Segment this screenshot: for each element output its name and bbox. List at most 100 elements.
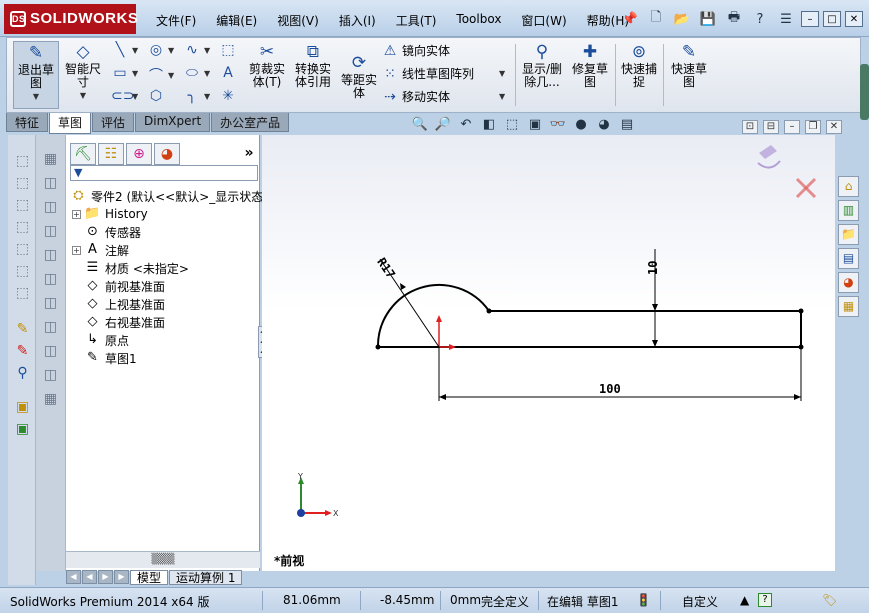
spline-tool[interactable]: ∿ ▼ bbox=[183, 42, 210, 58]
scene-icon[interactable]: ◕ bbox=[594, 117, 614, 132]
offset-entities-button[interactable]: ⟳ 等距实 体 bbox=[339, 52, 379, 100]
radius-dimension-text[interactable]: R17 bbox=[374, 255, 398, 281]
tree-item[interactable]: ◇ 上视基准面 bbox=[72, 295, 166, 313]
pin-icon[interactable]: 📌 bbox=[619, 9, 641, 29]
split-pane-icon[interactable]: ⊟ bbox=[763, 120, 779, 134]
previous-view-icon[interactable]: ↶ bbox=[456, 117, 476, 132]
arc-tool[interactable]: ⌒ ▼ bbox=[147, 65, 174, 85]
sketch-tool-icon[interactable]: ◫ bbox=[42, 271, 59, 288]
tab-features[interactable]: 特征 bbox=[6, 113, 49, 132]
menu-view[interactable]: 视图(V) bbox=[267, 9, 329, 31]
confirmation-corner[interactable] bbox=[757, 145, 817, 199]
feature-manager-scrollbar[interactable]: ▒▒▒ bbox=[66, 551, 260, 568]
ellipse-tool[interactable]: ⬭ ▼ bbox=[183, 65, 210, 81]
slot-tool[interactable]: ⊂⊃ ▼ bbox=[111, 88, 138, 104]
bottom-view-icon[interactable]: ⬚ bbox=[14, 263, 31, 280]
tree-item[interactable]: ↳ 原点 bbox=[72, 331, 129, 349]
convert-entities-button[interactable]: ⧉ 转换实 体引用 bbox=[293, 41, 333, 89]
sketch-point[interactable] bbox=[798, 308, 804, 314]
doc-restore-button[interactable]: ❐ bbox=[805, 120, 821, 134]
close-button[interactable]: ✕ bbox=[845, 11, 863, 27]
view-palette-icon[interactable]: ▤ bbox=[838, 248, 859, 269]
first-tab-arrow-icon[interactable]: ◀ bbox=[66, 570, 81, 584]
text-tool[interactable]: A bbox=[219, 65, 237, 81]
sketch-tool-icon[interactable]: ◫ bbox=[42, 223, 59, 240]
home-icon[interactable]: ⌂ bbox=[838, 176, 859, 197]
view-orientation-icon[interactable]: ⬚ bbox=[502, 117, 522, 132]
tab-evaluate[interactable]: 评估 bbox=[92, 113, 135, 132]
sketch-tool-icon[interactable]: ◫ bbox=[42, 367, 59, 384]
move-entities-button[interactable]: ⇢ 移动实体 ▼ bbox=[381, 88, 505, 105]
front-view-icon[interactable]: ⬚ bbox=[14, 175, 31, 192]
sketch-tool-icon[interactable]: ◫ bbox=[42, 319, 59, 336]
doc-close-button[interactable]: ✕ bbox=[826, 120, 842, 134]
menu-insert[interactable]: 插入(I) bbox=[329, 9, 386, 31]
tree-item[interactable]: + 📁 History bbox=[72, 205, 148, 223]
sketch-point[interactable] bbox=[486, 308, 492, 314]
graphics-area[interactable]: R17 10 100 Y X *前视 bbox=[262, 135, 835, 571]
tree-item[interactable]: ☰ 材质 <未指定> bbox=[72, 259, 189, 277]
tab-office-products[interactable]: 办公室产品 bbox=[211, 113, 290, 132]
section-view-icon[interactable]: ◧ bbox=[479, 117, 499, 132]
rapid-sketch-button[interactable]: ✎ 快速草 图 bbox=[667, 41, 711, 89]
circle-tool[interactable]: ◎ ▼ bbox=[147, 42, 174, 58]
open-folder-icon[interactable]: 📂 bbox=[671, 9, 693, 29]
right-view-icon[interactable]: ⬚ bbox=[14, 219, 31, 236]
length-dimension-text[interactable]: 100 bbox=[599, 382, 621, 396]
property-manager-tab-icon[interactable]: ☷ bbox=[98, 143, 124, 165]
menu-file[interactable]: 文件(F) bbox=[146, 9, 206, 31]
sketch-arc[interactable] bbox=[376, 283, 490, 348]
tab-motion-study[interactable]: 运动算例 1 bbox=[169, 570, 243, 585]
smart-dimension-button[interactable]: ◇ 智能尺 寸 ▼ bbox=[63, 41, 103, 102]
sketch-point[interactable] bbox=[375, 344, 381, 350]
display-style-icon[interactable]: ▣ bbox=[525, 117, 545, 132]
solidworks-logo[interactable]: DS SOLIDWORKS bbox=[4, 4, 138, 34]
tree-item[interactable]: ✎ 草图1 bbox=[72, 349, 137, 367]
grid-toggle-icon[interactable]: ▦ bbox=[42, 151, 59, 168]
rebuild-status-icon[interactable]: 🚦 bbox=[636, 593, 651, 607]
new-document-icon[interactable]: 🗋 bbox=[645, 9, 667, 29]
trim-button[interactable]: ✂ 剪裁实 体(T) bbox=[247, 41, 287, 89]
status-help-icon[interactable]: ? bbox=[758, 593, 772, 607]
sketch-tool-icon[interactable]: ◫ bbox=[42, 247, 59, 264]
linear-pattern-button[interactable]: ⁙ 线性草图阵列 ▼ bbox=[381, 65, 505, 82]
display-relations-icon[interactable]: ⚲ bbox=[14, 365, 31, 382]
task-pane-handle[interactable] bbox=[860, 64, 869, 120]
hide-show-icon[interactable]: 👓 bbox=[548, 117, 568, 132]
display-delete-relations-button[interactable]: ⚲ 显示/删 除几... bbox=[519, 41, 565, 89]
help-icon[interactable]: ? bbox=[749, 9, 771, 29]
appearance-icon[interactable]: ● bbox=[571, 117, 591, 132]
last-tab-arrow-icon[interactable]: ▶ bbox=[114, 570, 129, 584]
polygon-tool[interactable]: ⬡ bbox=[147, 88, 165, 104]
left-view-icon[interactable]: ⬚ bbox=[14, 285, 31, 302]
quick-snaps-button[interactable]: ⊚ 快速捕 捉 bbox=[619, 41, 659, 89]
file-explorer-icon[interactable]: 📁 bbox=[838, 224, 859, 245]
exit-sketch-button[interactable]: ✎ 退出草 图 ▼ bbox=[13, 41, 59, 109]
repair-sketch-button[interactable]: ✚ 修复草 图 bbox=[569, 41, 611, 89]
units-selector[interactable]: 自定义 bbox=[682, 593, 718, 610]
exit-sketch-corner-icon[interactable] bbox=[757, 145, 781, 169]
options-icon[interactable]: ☰ bbox=[775, 9, 797, 29]
expand-toggle-icon[interactable]: + bbox=[72, 209, 81, 219]
tree-root[interactable]: ⛭ 零件2 (默认<<默认>_显示状态 bbox=[70, 187, 263, 205]
restore-pane-icon[interactable]: ⊡ bbox=[742, 120, 758, 134]
menu-window[interactable]: 窗口(W) bbox=[511, 9, 576, 31]
tab-sketch[interactable]: 草图 bbox=[49, 113, 92, 134]
length-dimension[interactable]: 100 bbox=[438, 347, 802, 401]
view-settings-icon[interactable]: ▤ bbox=[617, 117, 637, 132]
top-view-icon[interactable]: ⬚ bbox=[14, 197, 31, 214]
zoom-to-fit-icon[interactable]: 🔍 bbox=[410, 117, 430, 132]
sketch-tool-icon[interactable]: ◫ bbox=[42, 343, 59, 360]
zoom-area-icon[interactable]: 🔎 bbox=[433, 117, 453, 132]
edit-sketch-icon[interactable]: ✎ bbox=[14, 321, 31, 338]
maximize-button[interactable]: □ bbox=[823, 11, 841, 27]
sketch-tool-icon[interactable]: ◫ bbox=[42, 295, 59, 312]
save-icon[interactable]: 💾 bbox=[697, 9, 719, 29]
print-icon[interactable]: 🖶 bbox=[723, 9, 745, 29]
filter-field[interactable]: ▼ bbox=[70, 165, 258, 181]
line-tool[interactable]: ╲ ▼ bbox=[111, 42, 138, 58]
doc-minimize-button[interactable]: – bbox=[784, 120, 800, 134]
tag-icon[interactable]: 🏷 bbox=[822, 593, 837, 607]
tree-item[interactable]: + A 注解 bbox=[72, 241, 129, 259]
tree-item[interactable]: ◇ 前视基准面 bbox=[72, 277, 166, 295]
